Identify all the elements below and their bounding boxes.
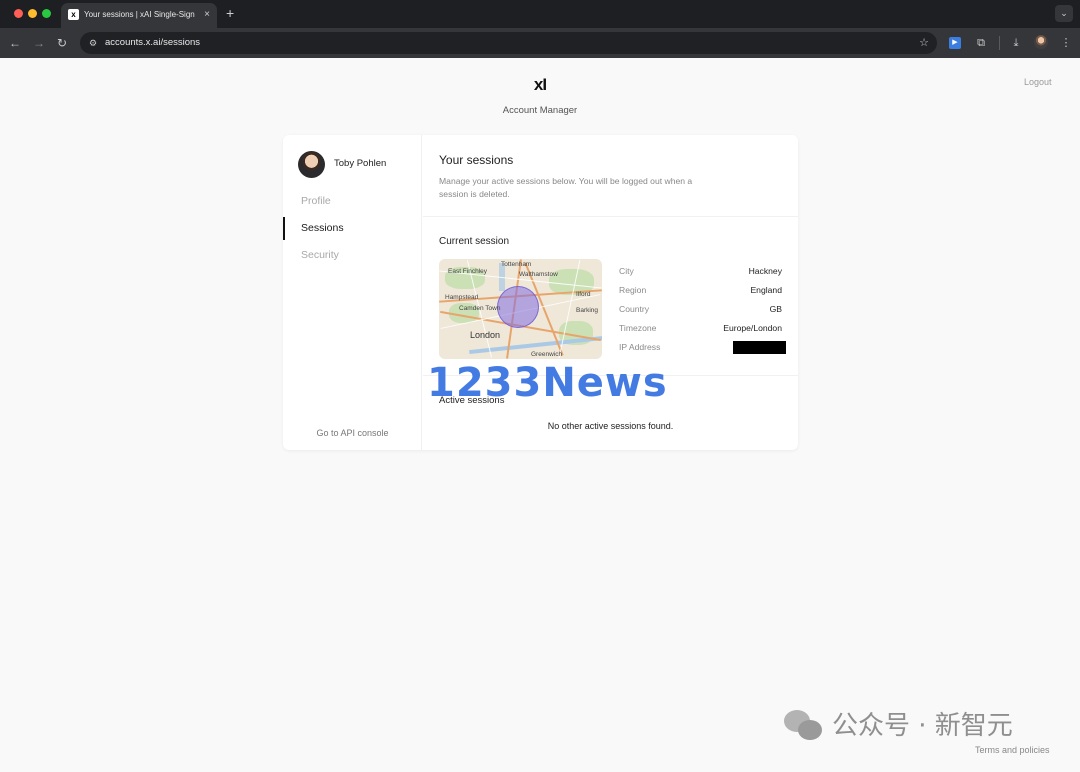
sidebar-item-sessions[interactable]: Sessions bbox=[301, 221, 344, 235]
tab-title: Your sessions | xAI Single-Sign bbox=[84, 10, 195, 19]
session-info-value: GB bbox=[769, 304, 782, 314]
session-location-map: Tottenham East Finchley Walthamstow Hamp… bbox=[439, 259, 602, 359]
wechat-watermark-text: 公众号 · 新智元 bbox=[832, 711, 1013, 741]
session-info-label: Country bbox=[619, 304, 650, 314]
toolbar-separator bbox=[999, 36, 1000, 50]
map-label-london: London bbox=[470, 330, 501, 340]
map-label: Barking bbox=[576, 307, 599, 314]
page-description: Manage your active sessions below. You w… bbox=[439, 176, 693, 199]
location-radius-circle bbox=[497, 286, 539, 328]
page-content: xI Account Manager Logout Toby Pohlen Pr… bbox=[0, 58, 1080, 772]
back-arrow-icon[interactable]: ← bbox=[9, 35, 21, 51]
map-label: Ilford bbox=[576, 291, 591, 298]
address-bar[interactable]: ⚙ accounts.x.ai/sessions ☆ bbox=[80, 32, 937, 54]
api-console-link[interactable]: Go to API console bbox=[283, 427, 422, 439]
session-info-label: Region bbox=[619, 285, 647, 295]
bookmark-star-icon[interactable]: ☆ bbox=[919, 35, 929, 51]
sidebar-item-security[interactable]: Security bbox=[301, 248, 339, 262]
browser-toolbar: ← → ↻ ⚙ accounts.x.ai/sessions ☆ bbox=[0, 28, 1080, 58]
terms-link[interactable]: Terms and policies bbox=[975, 744, 1050, 756]
close-window-button[interactable] bbox=[14, 9, 23, 18]
extensions-puzzle-icon[interactable]: ⧉ bbox=[974, 36, 988, 50]
session-info-label: IP Address bbox=[619, 342, 661, 352]
minimize-window-button[interactable] bbox=[28, 9, 37, 18]
browser-menu-icon[interactable]: ⋮ bbox=[1059, 36, 1073, 50]
session-info-label: Timezone bbox=[619, 323, 657, 333]
map-label: Tottenham bbox=[501, 261, 532, 268]
tab-strip: x Your sessions | xAI Single-Sign × + ⌄ bbox=[0, 0, 1080, 28]
map-label: Walthamstow bbox=[519, 271, 558, 278]
browser-profile-avatar[interactable] bbox=[1034, 35, 1048, 49]
session-info-label: City bbox=[619, 266, 634, 276]
wechat-logo-icon bbox=[784, 710, 824, 742]
extension-icon[interactable]: ▶ bbox=[949, 37, 961, 49]
xai-logo[interactable]: xI bbox=[530, 76, 550, 94]
map-label: East Finchley bbox=[448, 268, 488, 275]
current-session-heading: Current session bbox=[439, 236, 510, 247]
app-title: Account Manager bbox=[502, 105, 578, 116]
map-label: Hampstead bbox=[445, 294, 479, 301]
download-icon[interactable]: ⤓ bbox=[1009, 36, 1023, 50]
tab-sessions[interactable]: x Your sessions | xAI Single-Sign × bbox=[61, 3, 217, 28]
ip-address-redaction bbox=[733, 341, 786, 354]
reload-icon[interactable]: ↻ bbox=[57, 35, 67, 51]
xai-favicon-icon: x bbox=[68, 9, 79, 20]
divider bbox=[423, 216, 798, 217]
close-tab-icon[interactable]: × bbox=[204, 8, 210, 21]
forward-arrow-icon[interactable]: → bbox=[33, 35, 45, 51]
session-info-value: Europe/London bbox=[723, 323, 782, 333]
active-indicator bbox=[283, 217, 285, 240]
user-name: Toby Pohlen bbox=[334, 158, 387, 169]
site-settings-icon[interactable]: ⚙ bbox=[87, 37, 99, 49]
session-info-value: England bbox=[750, 285, 782, 295]
sidebar-item-profile[interactable]: Profile bbox=[301, 194, 331, 208]
logout-link[interactable]: Logout bbox=[1024, 76, 1052, 88]
tab-search-chevron-icon[interactable]: ⌄ bbox=[1055, 5, 1073, 22]
map-label: Greenwich bbox=[531, 351, 563, 358]
new-tab-button[interactable]: + bbox=[226, 5, 234, 21]
map-label: Camden Town bbox=[459, 305, 501, 312]
maximize-window-button[interactable] bbox=[42, 9, 51, 18]
user-avatar bbox=[298, 151, 325, 178]
no-sessions-message: No other active sessions found. bbox=[547, 421, 674, 431]
browser-window: x Your sessions | xAI Single-Sign × + ⌄ … bbox=[0, 0, 1080, 772]
session-info-value: Hackney bbox=[748, 266, 782, 276]
account-sidebar: Toby Pohlen Profile Sessions Security Go… bbox=[283, 135, 422, 450]
page-title: Your sessions bbox=[439, 153, 514, 167]
news-watermark: 1233News bbox=[427, 360, 668, 406]
url-text[interactable]: accounts.x.ai/sessions bbox=[105, 36, 200, 50]
